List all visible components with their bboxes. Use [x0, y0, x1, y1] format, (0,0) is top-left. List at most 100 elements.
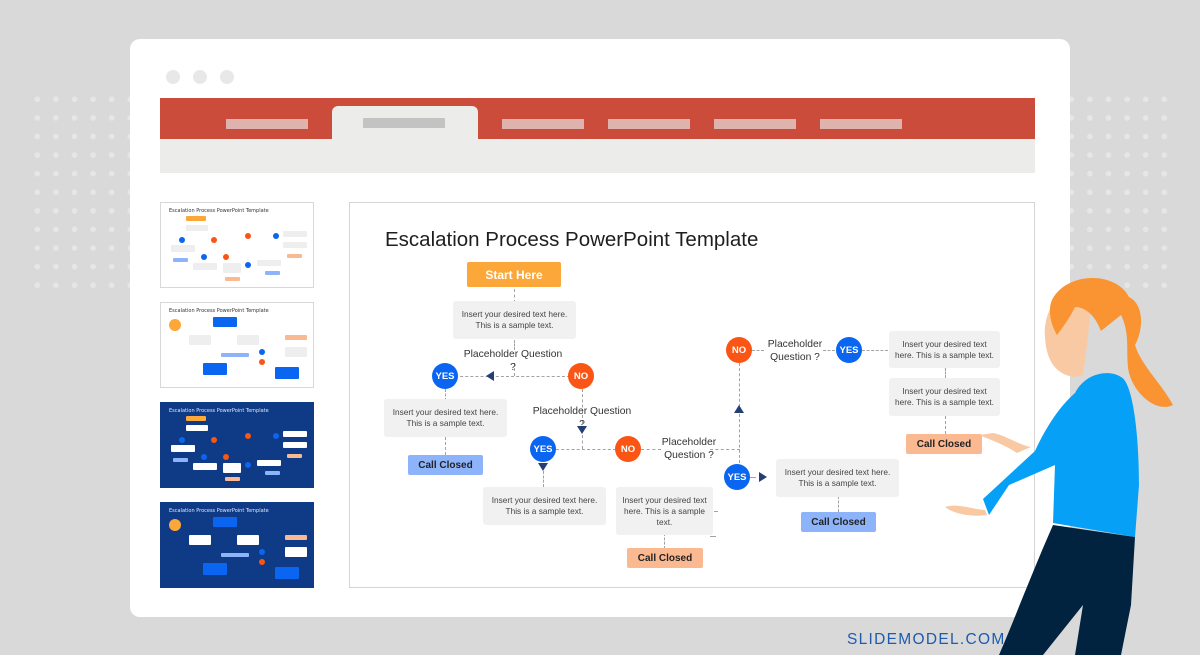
ribbon-tab-3[interactable]	[502, 119, 584, 129]
connector-line	[450, 376, 570, 377]
minimize-window-button[interactable]	[193, 70, 207, 84]
slide-thumbnail-4[interactable]: Escalation Process PowerPoint Template	[160, 502, 314, 588]
slide-title[interactable]: Escalation Process PowerPoint Template	[385, 228, 758, 252]
ribbon-tab-1[interactable]	[226, 119, 308, 129]
yes-node-1[interactable]: YES	[432, 363, 458, 389]
slide-thumbnail-2[interactable]: Escalation Process PowerPoint Template	[160, 302, 314, 388]
connector-line	[664, 533, 665, 549]
thumbnail-title: Escalation Process PowerPoint Template	[169, 408, 269, 414]
no-node-2[interactable]: NO	[615, 436, 641, 462]
slide-thumbnail-3[interactable]: Escalation Process PowerPoint Template	[160, 402, 314, 488]
thumbnail-shape	[169, 319, 181, 331]
thumbnail-shape	[225, 277, 240, 281]
connector-line	[752, 350, 764, 351]
thumbnail-shape	[237, 335, 259, 345]
start-here-node[interactable]: Start Here	[467, 262, 561, 287]
decision-question-4[interactable]: Placeholder Question ?	[764, 339, 826, 364]
thumbnail-shape	[275, 567, 299, 579]
process-step-yes-1[interactable]: Insert your desired text here. This is a…	[384, 399, 507, 437]
thumbnail-shape	[223, 263, 241, 273]
app-window: Escalation Process PowerPoint Template E…	[130, 39, 1070, 617]
arrow-up-icon	[734, 405, 744, 413]
thumbnail-shape	[283, 242, 307, 248]
yes-node-2[interactable]: YES	[530, 436, 556, 462]
thumbnail-shape	[273, 233, 279, 239]
ribbon-tab-4[interactable]	[608, 119, 690, 129]
thumbnail-shape	[245, 433, 251, 439]
thumbnail-shape	[283, 231, 307, 237]
ribbon-tab-5[interactable]	[714, 119, 796, 129]
process-step-1[interactable]: Insert your desired text here. This is a…	[453, 301, 576, 339]
slide-canvas[interactable]: Escalation Process PowerPoint Template S…	[349, 202, 1035, 588]
thumbnail-shape	[203, 563, 227, 575]
thumbnail-title: Escalation Process PowerPoint Template	[169, 308, 269, 314]
thumbnail-shape	[265, 471, 280, 475]
thumbnail-shape	[283, 431, 307, 437]
thumbnail-shape	[283, 442, 307, 448]
thumbnail-shape	[223, 463, 241, 473]
thumbnail-shape	[259, 359, 265, 365]
yes-node-4[interactable]: YES	[836, 337, 862, 363]
tab-label-placeholder	[363, 118, 445, 128]
decision-question-2[interactable]: Placeholder Question ?	[530, 406, 634, 431]
thumbnail-shape	[259, 349, 265, 355]
no-node-1[interactable]: NO	[568, 363, 594, 389]
process-step-yes-2[interactable]: Insert your desired text here. This is a…	[483, 487, 606, 525]
thumbnail-shape	[193, 463, 217, 470]
thumbnail-shape	[245, 233, 251, 239]
call-closed-3[interactable]: Call Closed	[801, 512, 876, 532]
thumbnail-shape	[223, 254, 229, 260]
yes-node-3[interactable]: YES	[724, 464, 750, 490]
thumbnail-shape	[237, 535, 259, 545]
thumbnail-title: Escalation Process PowerPoint Template	[169, 208, 269, 214]
thumbnail-shape	[201, 254, 207, 260]
process-step-no-2[interactable]: Insert your desired text here. This is a…	[616, 487, 713, 535]
thumbnail-shape	[213, 517, 237, 527]
pants-icon	[999, 525, 1135, 655]
ribbon-tab-2-active[interactable]	[332, 106, 478, 146]
sweater-icon	[983, 373, 1139, 537]
thumbnail-shape	[265, 271, 280, 275]
thumbnail-shape	[285, 547, 307, 557]
connector-line	[445, 437, 446, 455]
connector-line	[543, 471, 544, 487]
decision-question-3[interactable]: Placeholder Question ?	[653, 437, 725, 462]
arrow-down-icon	[538, 463, 548, 471]
brand-watermark[interactable]: SLIDEMODEL.COM	[847, 631, 1006, 649]
thumbnail-shape	[257, 460, 281, 466]
connector-line	[739, 363, 740, 463]
thumbnail-shape	[173, 458, 188, 462]
thumbnail-shape	[186, 225, 208, 231]
connector-line	[710, 536, 716, 537]
ribbon-tab-6[interactable]	[820, 119, 902, 129]
thumbnail-shape	[221, 353, 249, 357]
thumbnail-shape	[171, 445, 195, 452]
thumbnail-shape	[189, 335, 211, 345]
thumbnail-shape	[171, 245, 195, 252]
thumbnail-shape	[179, 237, 185, 243]
thumbnail-shape	[189, 535, 211, 545]
call-closed-2[interactable]: Call Closed	[627, 548, 703, 568]
thumbnail-shape	[179, 437, 185, 443]
thumbnail-shape	[221, 553, 249, 557]
thumbnail-shape	[203, 363, 227, 375]
thumbnail-shape	[225, 477, 240, 481]
thumbnail-shape	[275, 367, 299, 379]
slide-thumbnail-1[interactable]: Escalation Process PowerPoint Template	[160, 202, 314, 288]
thumbnail-shape	[169, 519, 181, 531]
window-controls	[166, 70, 234, 84]
close-window-button[interactable]	[166, 70, 180, 84]
call-closed-1[interactable]: Call Closed	[408, 455, 483, 475]
thumbnail-shape	[186, 416, 206, 421]
thumbnail-title: Escalation Process PowerPoint Template	[169, 508, 269, 514]
decision-question-1[interactable]: Placeholder Question ?	[462, 349, 564, 374]
process-step-yes-3[interactable]: Insert your desired text here. This is a…	[776, 459, 899, 497]
connector-line	[750, 477, 756, 478]
connector-line	[862, 350, 888, 351]
connector-line	[582, 435, 583, 449]
no-node-3[interactable]: NO	[726, 337, 752, 363]
thumbnail-shape	[259, 559, 265, 565]
thumbnail-shape	[259, 549, 265, 555]
maximize-window-button[interactable]	[220, 70, 234, 84]
connector-line	[714, 511, 718, 512]
